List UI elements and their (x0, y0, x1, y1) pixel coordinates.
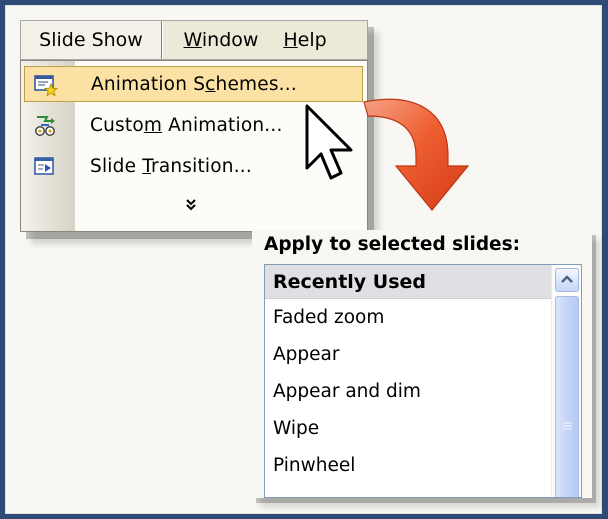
scroll-up-button[interactable] (555, 268, 579, 292)
menu-slide-show[interactable]: Slide Show (21, 21, 162, 59)
menu-window-mnemonic: W (183, 29, 202, 51)
list-item[interactable]: Faded zoom (265, 299, 551, 336)
slide-transition-icon (34, 157, 54, 175)
menu-slide-show-label: Slide Show (39, 29, 143, 51)
expand-chevron-icon (186, 199, 196, 211)
grip-icon (563, 422, 572, 430)
list-item[interactable]: Pinwheel (265, 447, 551, 484)
list-item[interactable]: Wipe (265, 410, 551, 447)
animation-schemes-icon (34, 75, 58, 97)
label-part: ransition... (151, 156, 252, 177)
menu-window[interactable]: Window (171, 21, 271, 59)
panel-title: Apply to selected slides: (264, 234, 521, 255)
mnemonic: m (143, 115, 163, 136)
menu-help-mnemonic: H (283, 29, 298, 51)
menu-item-animation-schemes-label: Animation Schemes... (91, 67, 297, 103)
menu-bar: Slide Show Window Help (20, 20, 368, 60)
list-item[interactable]: Appear (265, 336, 551, 373)
mouse-pointer-icon (305, 104, 353, 180)
list-item[interactable]: Appear and dim (265, 373, 551, 410)
scroll-thumb[interactable] (555, 296, 579, 497)
menu-window-label: indow (201, 29, 259, 51)
menu-item-custom-animation-label: Custom Animation... (90, 108, 283, 144)
label-part: hemes... (215, 74, 297, 95)
vertical-scrollbar[interactable] (551, 265, 581, 497)
content-area: Slide Show Window Help Animation Schemes… (5, 5, 602, 514)
label-part: Slide (90, 156, 143, 177)
menu-help-label: elp (297, 29, 327, 51)
label-part: Animation S (91, 74, 206, 95)
mnemonic: c (205, 74, 216, 95)
chevron-up-icon (561, 275, 573, 283)
custom-animation-icon (35, 116, 55, 136)
animation-schemes-panel: Apply to selected slides: Recently Used … (252, 230, 592, 498)
menu-expand-button[interactable] (171, 192, 211, 222)
menu-item-slide-transition-label: Slide Transition... (90, 149, 252, 185)
menu-item-animation-schemes[interactable]: Animation Schemes... (24, 66, 363, 102)
label-part: Custo (90, 115, 144, 136)
list-group-header: Recently Used (265, 265, 551, 299)
menu-help[interactable]: Help (275, 21, 335, 59)
curved-arrow-icon (363, 98, 470, 211)
mnemonic: T (142, 156, 152, 177)
animation-schemes-list[interactable]: Recently Used Faded zoom Appear Appear a… (264, 264, 582, 498)
label-part: Animation... (162, 115, 283, 136)
